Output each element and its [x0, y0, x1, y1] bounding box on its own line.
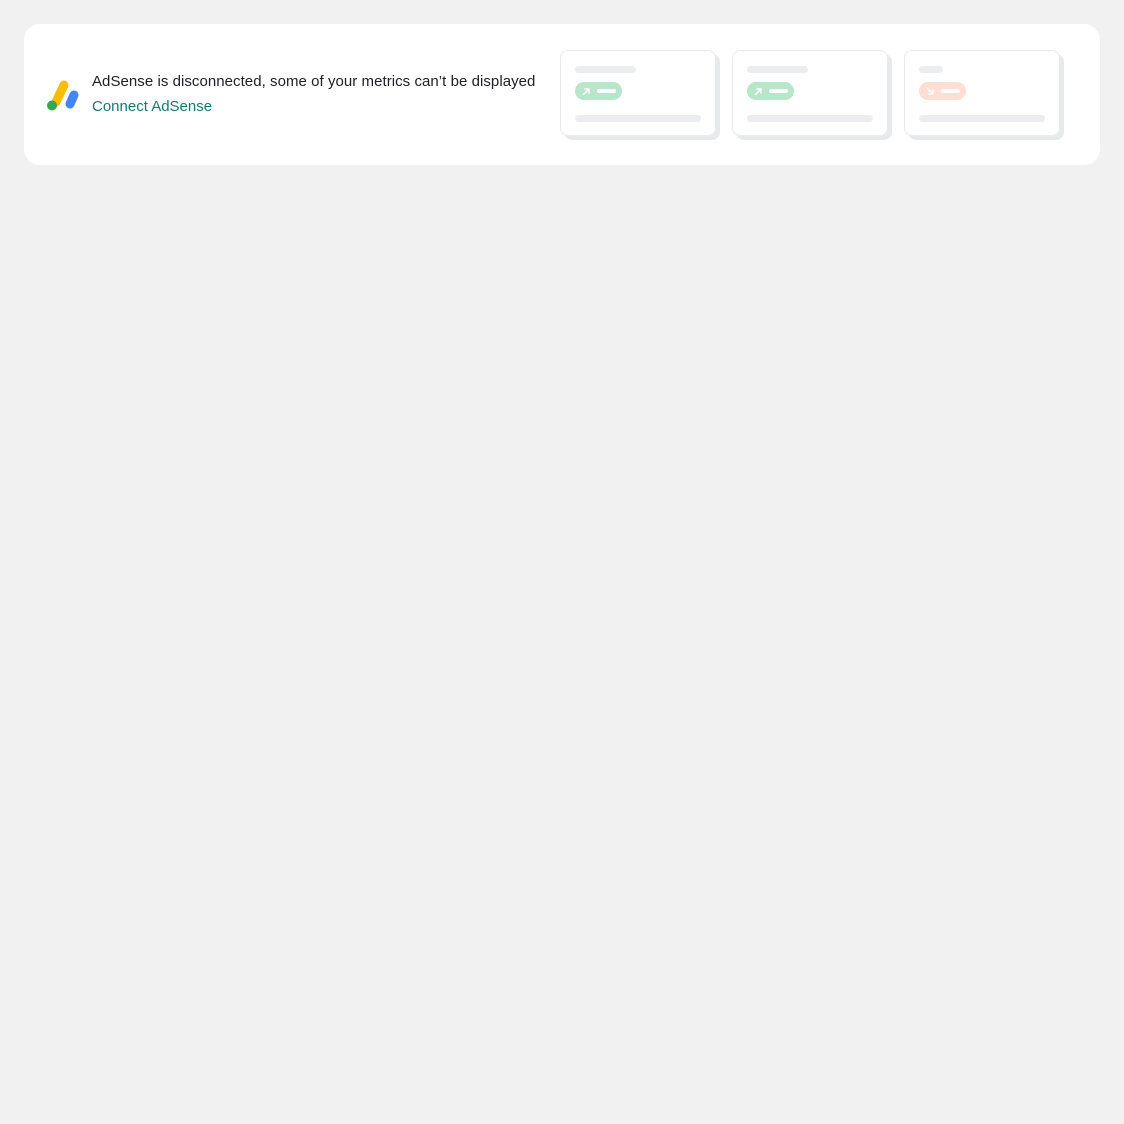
trend-down-badge [919, 82, 966, 100]
arrow-up-right-icon [754, 88, 762, 96]
placeholder-footer-bar [747, 115, 873, 122]
placeholder-title-bar [919, 66, 943, 73]
placeholder-footer-bar [919, 115, 1045, 122]
arrow-down-right-icon [926, 87, 934, 95]
placeholder-title-bar [747, 66, 808, 73]
placeholder-value-dash [769, 89, 788, 93]
placeholder-title-bar [575, 66, 636, 73]
adsense-logo-icon [47, 80, 79, 111]
metric-placeholder-card [904, 50, 1060, 136]
placeholder-footer-bar [575, 115, 701, 122]
metric-placeholder-card [732, 50, 888, 136]
banner-text: AdSense is disconnected, some of your me… [92, 72, 535, 117]
trend-up-badge [575, 82, 622, 100]
placeholder-value-dash [597, 89, 616, 93]
disconnected-message: AdSense is disconnected, some of your me… [92, 73, 536, 90]
adsense-disconnected-banner: AdSense is disconnected, some of your me… [24, 24, 1100, 165]
connect-adsense-link[interactable]: Connect AdSense [92, 97, 212, 117]
metric-placeholder-card [560, 50, 716, 136]
trend-up-badge [747, 82, 794, 100]
placeholder-value-dash [941, 89, 960, 93]
arrow-up-right-icon [582, 88, 590, 96]
